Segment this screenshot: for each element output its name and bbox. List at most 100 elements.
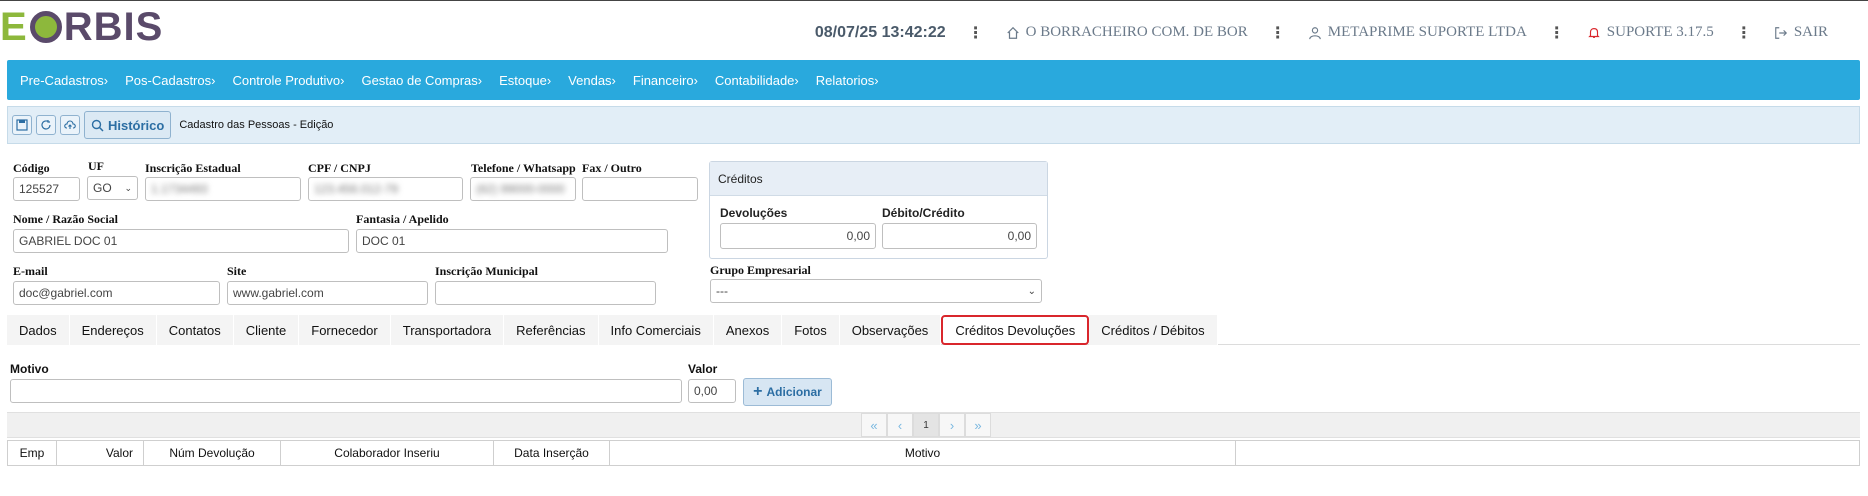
bell-icon — [1588, 27, 1600, 38]
prev-page-button[interactable]: ‹ — [887, 413, 913, 437]
tab-fornecedor[interactable]: Fornecedor — [299, 315, 391, 345]
nav-estoque[interactable]: Estoque› — [499, 73, 551, 88]
plus-icon: + — [753, 383, 763, 400]
app-logo[interactable]: E RBIS — [0, 4, 164, 49]
motivo-field[interactable] — [10, 379, 682, 403]
user-icon — [1308, 26, 1321, 39]
nav-gestao-compras[interactable]: Gestao de Compras› — [361, 73, 482, 88]
ie-field[interactable]: 1.1734493 — [145, 177, 301, 201]
kebab-menu-icon[interactable]: ⋮ — [1270, 23, 1286, 42]
first-page-button[interactable]: « — [861, 413, 887, 437]
nome-value: GABRIEL DOC 01 — [19, 234, 118, 248]
page-title: Cadastro das Pessoas - Edição — [179, 119, 334, 131]
logout-button[interactable]: SAIR — [1774, 24, 1828, 41]
col-data-insercao[interactable]: Data Inserção — [494, 441, 610, 465]
kebab-menu-icon[interactable]: ⋮ — [968, 23, 984, 42]
tab-enderecos[interactable]: Endereços — [69, 315, 157, 345]
tab-dados[interactable]: Dados — [7, 315, 70, 345]
pagination: « ‹ 1 › » — [861, 413, 991, 437]
header-datetime: 08/07/25 13:42:22 — [814, 23, 946, 41]
tab-anexos[interactable]: Anexos — [713, 315, 783, 345]
nav-controle-produtivo[interactable]: Controle Produtivo› — [232, 73, 344, 88]
save-button[interactable] — [12, 115, 32, 135]
tab-cliente[interactable]: Cliente — [233, 315, 300, 345]
tab-contatos[interactable]: Contatos — [156, 315, 234, 345]
tel-label: Telefone / Whatsapp — [471, 161, 576, 175]
tab-creditos-devolucoes[interactable]: Créditos Devoluções — [941, 315, 1090, 345]
email-label: E-mail — [13, 264, 48, 278]
logo-globe-icon — [29, 11, 62, 43]
devolucoes-field[interactable]: 0,00 — [720, 223, 876, 249]
nome-field[interactable]: GABRIEL DOC 01 — [13, 229, 349, 253]
search-icon — [91, 119, 104, 132]
nav-pre-cadastros[interactable]: Pre-Cadastros› — [20, 73, 108, 88]
email-value: doc@gabriel.com — [19, 286, 113, 300]
tab-referencias[interactable]: Referências — [504, 315, 599, 345]
fax-field[interactable] — [582, 177, 698, 201]
refresh-button[interactable] — [36, 115, 56, 135]
uf-select[interactable]: GO ⌄ — [87, 176, 138, 200]
col-num-devolucao[interactable]: Núm Devolução — [144, 441, 281, 465]
col-motivo[interactable]: Motivo — [610, 441, 1236, 465]
save-icon — [16, 119, 28, 131]
email-field[interactable]: doc@gabriel.com — [13, 281, 220, 305]
debito-credito-field[interactable]: 0,00 — [882, 223, 1037, 249]
tab-info-comerciais[interactable]: Info Comerciais — [598, 315, 714, 345]
kebab-menu-icon[interactable]: ⋮ — [1549, 23, 1565, 42]
nav-vendas[interactable]: Vendas› — [568, 73, 616, 88]
col-colaborador[interactable]: Colaborador Inseriu — [281, 441, 494, 465]
ie-label: Inscrição Estadual — [145, 161, 241, 175]
valor-label: Valor — [688, 362, 718, 376]
cpf-field[interactable]: 123.456.012-79 — [308, 177, 463, 201]
grupo-select[interactable]: --- ⌄ — [710, 279, 1042, 303]
codigo-field[interactable]: 125527 — [13, 177, 80, 201]
history-button[interactable]: Histórico — [84, 111, 172, 139]
cpf-label: CPF / CNPJ — [308, 161, 371, 175]
im-field[interactable] — [435, 281, 656, 305]
credits-panel: Créditos Devoluções 0,00 Débito/Crédito … — [709, 161, 1048, 259]
col-valor[interactable]: Valor — [57, 441, 144, 465]
add-button[interactable]: + Adicionar — [743, 378, 832, 406]
header-status-bar: 08/07/25 13:42:22 ⋮ O BORRACHEIRO COM. D… — [815, 23, 1828, 42]
next-page-button[interactable]: › — [939, 413, 965, 437]
valor-value: 0,00 — [694, 384, 718, 398]
tab-creditos-debitos[interactable]: Créditos / Débitos — [1089, 315, 1218, 345]
history-label: Histórico — [108, 117, 165, 133]
col-empty — [1236, 441, 1859, 465]
valor-field[interactable]: 0,00 — [688, 379, 736, 403]
im-label: Inscrição Municipal — [435, 264, 539, 278]
tab-fotos[interactable]: Fotos — [782, 315, 840, 345]
user-company-name: METAPRIME SUPORTE LTDA — [1327, 24, 1527, 40]
main-navbar: Pre-Cadastros› Pos-Cadastros› Controle P… — [7, 60, 1860, 100]
logo-text: RBIS — [63, 4, 164, 49]
grupo-label: Grupo Empresarial — [710, 263, 811, 277]
nav-contabilidade[interactable]: Contabilidade› — [715, 73, 799, 88]
tel-field[interactable]: (62) 99000-0000 — [470, 177, 576, 201]
company-selector[interactable]: O BORRACHEIRO COM. DE BOR — [1006, 24, 1248, 41]
tab-transportadora[interactable]: Transportadora — [390, 315, 505, 345]
debito-credito-label: Débito/Crédito — [882, 206, 965, 220]
codigo-label: Código — [13, 161, 50, 175]
nav-financeiro[interactable]: Financeiro› — [633, 73, 698, 88]
nav-relatorios[interactable]: Relatorios› — [816, 73, 879, 88]
fantasia-field[interactable]: DOC 01 — [356, 229, 668, 253]
credits-title: Créditos — [710, 162, 1047, 196]
support-notifications[interactable]: SUPORTE 3.17.5 — [1587, 24, 1714, 41]
col-emp[interactable]: Emp — [8, 441, 57, 465]
add-label: Adicionar — [766, 385, 822, 399]
site-field[interactable]: www.gabriel.com — [227, 281, 428, 305]
current-page[interactable]: 1 — [913, 413, 939, 437]
fantasia-value: DOC 01 — [362, 234, 406, 248]
upload-button[interactable] — [60, 115, 80, 135]
debito-credito-value: 0,00 — [1007, 229, 1031, 243]
ie-value: 1.1734493 — [151, 182, 208, 196]
kebab-menu-icon[interactable]: ⋮ — [1736, 23, 1752, 42]
user-company[interactable]: METAPRIME SUPORTE LTDA — [1308, 24, 1527, 41]
chevron-down-icon: ⌄ — [124, 182, 132, 193]
page-toolbar: Histórico Cadastro das Pessoas - Edição — [7, 106, 1860, 144]
nav-pos-cadastros[interactable]: Pos-Cadastros› — [125, 73, 215, 88]
tab-observacoes[interactable]: Observações — [839, 315, 942, 345]
fantasia-label: Fantasia / Apelido — [356, 212, 449, 226]
site-value: www.gabriel.com — [233, 286, 324, 300]
last-page-button[interactable]: » — [965, 413, 991, 437]
